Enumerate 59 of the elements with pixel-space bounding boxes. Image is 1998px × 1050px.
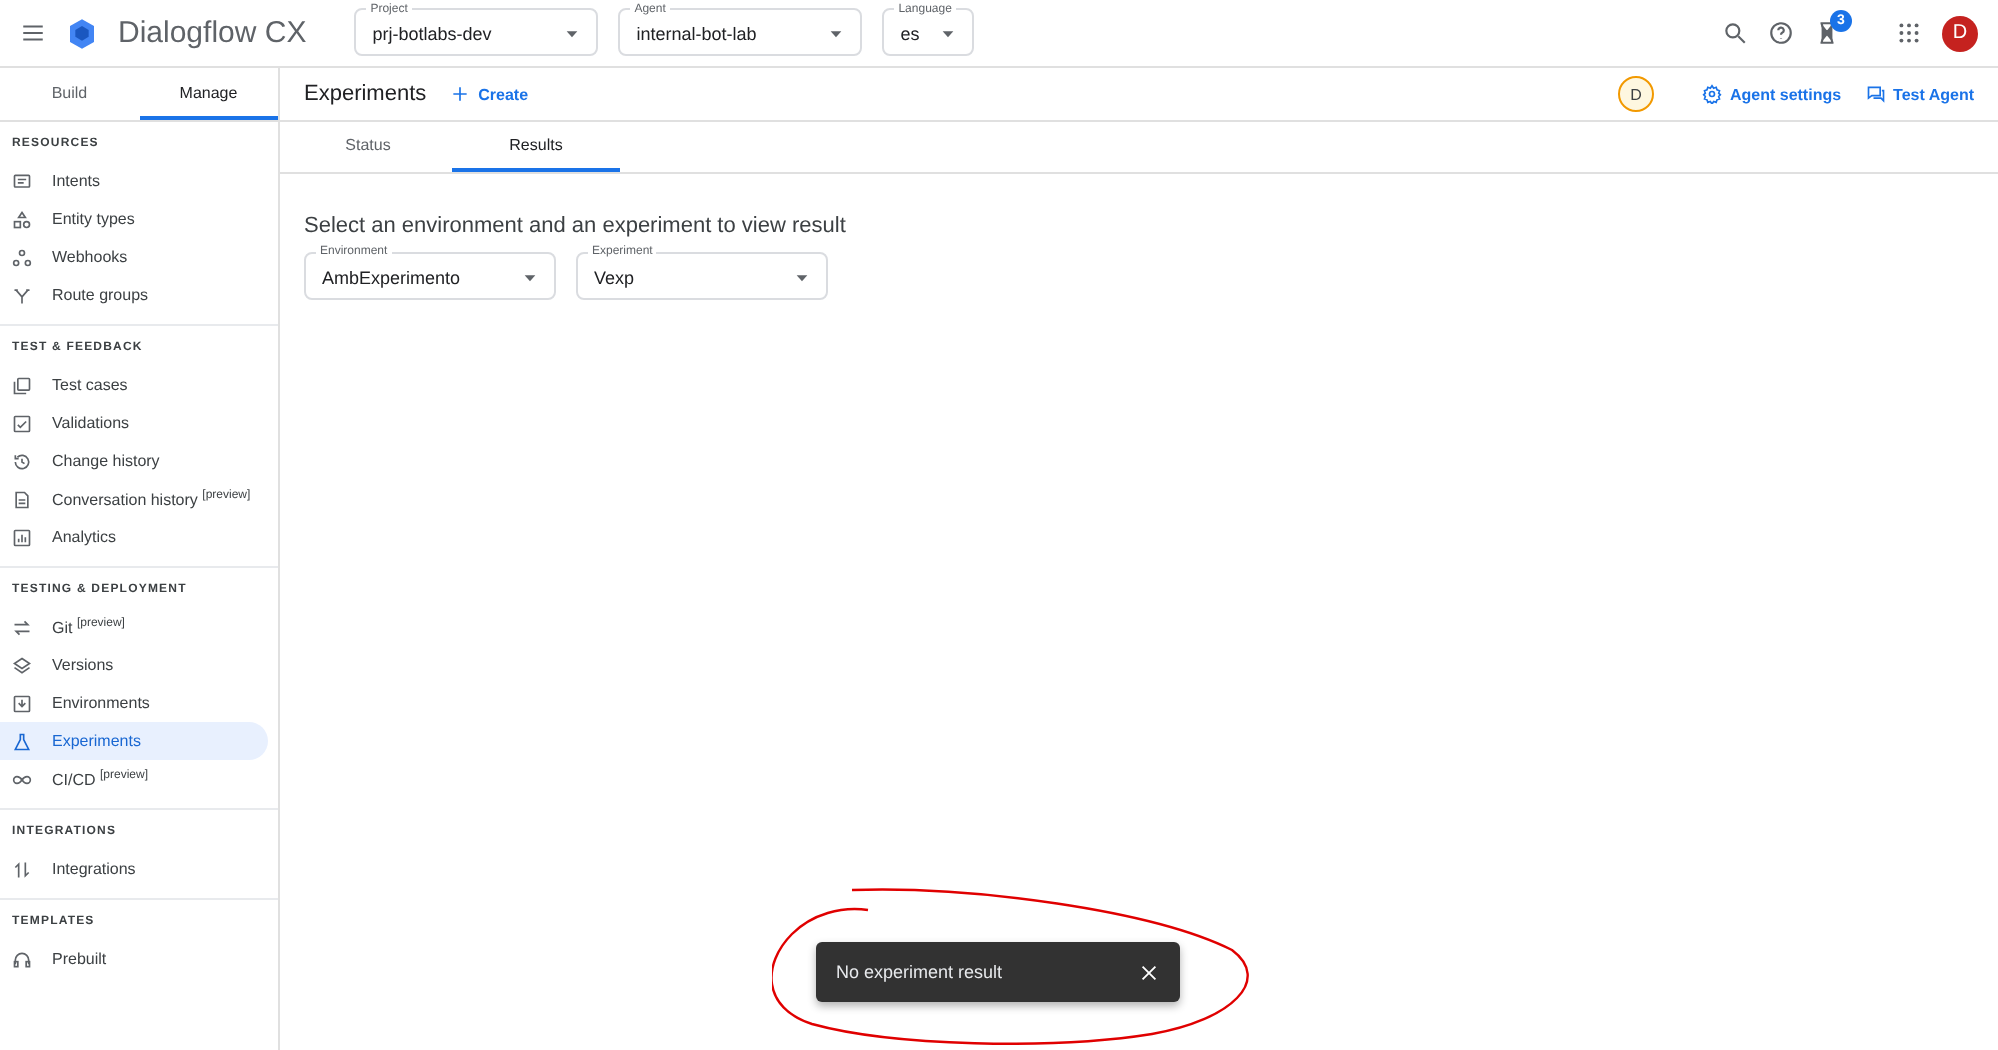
- nav-item[interactable]: Experiments: [0, 722, 268, 760]
- nav-item[interactable]: Conversation history $^{[preview]}$: [0, 480, 268, 518]
- nav-item[interactable]: Test cases: [0, 366, 268, 404]
- download-icon: [12, 693, 32, 713]
- caret-icon: [522, 270, 538, 286]
- toolbar-link[interactable]: Test Agent: [1865, 84, 1974, 104]
- sidebar-tab[interactable]: Build: [0, 68, 139, 120]
- layers-icon: [12, 655, 32, 675]
- nav-item[interactable]: Prebuilt: [0, 940, 268, 978]
- shapes-icon: [12, 209, 32, 229]
- caret-icon: [564, 26, 581, 42]
- help-icon: [1768, 20, 1794, 46]
- close-button[interactable]: [1138, 961, 1160, 983]
- nav-item[interactable]: Versions: [0, 646, 268, 684]
- close-icon: [1138, 961, 1160, 983]
- create-button[interactable]: Create: [450, 84, 529, 104]
- flask-icon: [12, 731, 32, 751]
- caret-icon: [939, 26, 956, 42]
- tab[interactable]: Status: [284, 122, 452, 172]
- menu-icon: [20, 20, 46, 46]
- chat-icon: [1865, 84, 1886, 104]
- document-icon: [12, 489, 32, 509]
- chat-icon: [12, 171, 32, 191]
- nav-item[interactable]: Entity types: [0, 200, 268, 238]
- page-title: Experiments: [304, 82, 427, 106]
- nav-item[interactable]: Analytics: [0, 518, 268, 556]
- nav-item[interactable]: Route groups: [0, 276, 268, 314]
- plus-icon: [450, 84, 471, 104]
- nav-item[interactable]: Git $^{[preview]}$: [0, 608, 268, 646]
- sidebar-tab[interactable]: Manage: [139, 68, 278, 120]
- gear-icon: [1701, 84, 1722, 104]
- webhook-icon: [12, 247, 32, 267]
- instruction-text: Select an environment and an experiment to view result: [304, 214, 848, 238]
- checkbox-icon: [12, 413, 32, 433]
- snackbar-message: No experiment result: [836, 962, 1003, 982]
- nav-item[interactable]: Environments: [0, 684, 268, 722]
- nav-item[interactable]: Change history: [0, 442, 268, 480]
- user-avatar[interactable]: D: [1942, 15, 1978, 51]
- nav-item[interactable]: Validations: [0, 404, 268, 442]
- apps-grid-icon: [1896, 20, 1922, 46]
- tab[interactable]: Results: [452, 122, 620, 172]
- nav-item[interactable]: Webhooks: [0, 238, 268, 276]
- search-icon: [1722, 20, 1748, 46]
- nav-item[interactable]: Intents: [0, 162, 268, 200]
- caret-icon: [828, 26, 845, 42]
- hexagon-logo-icon: [66, 17, 98, 49]
- chart-icon: [12, 527, 32, 547]
- toolbar-link[interactable]: Agent settings: [1701, 84, 1842, 104]
- headset-icon: [12, 949, 32, 969]
- app-title: Dialogflow CX: [118, 16, 307, 50]
- cards-icon: [12, 375, 32, 395]
- nav-item[interactable]: Integrations: [0, 850, 268, 888]
- arrows-icon: [12, 859, 32, 879]
- user-badge: D: [1617, 76, 1654, 112]
- caret-icon: [794, 270, 810, 286]
- fork-icon: [12, 285, 32, 305]
- history-icon: [12, 451, 32, 471]
- nav-item[interactable]: CI/CD $^{[preview]}$: [0, 760, 268, 798]
- swap-icon: [12, 617, 32, 637]
